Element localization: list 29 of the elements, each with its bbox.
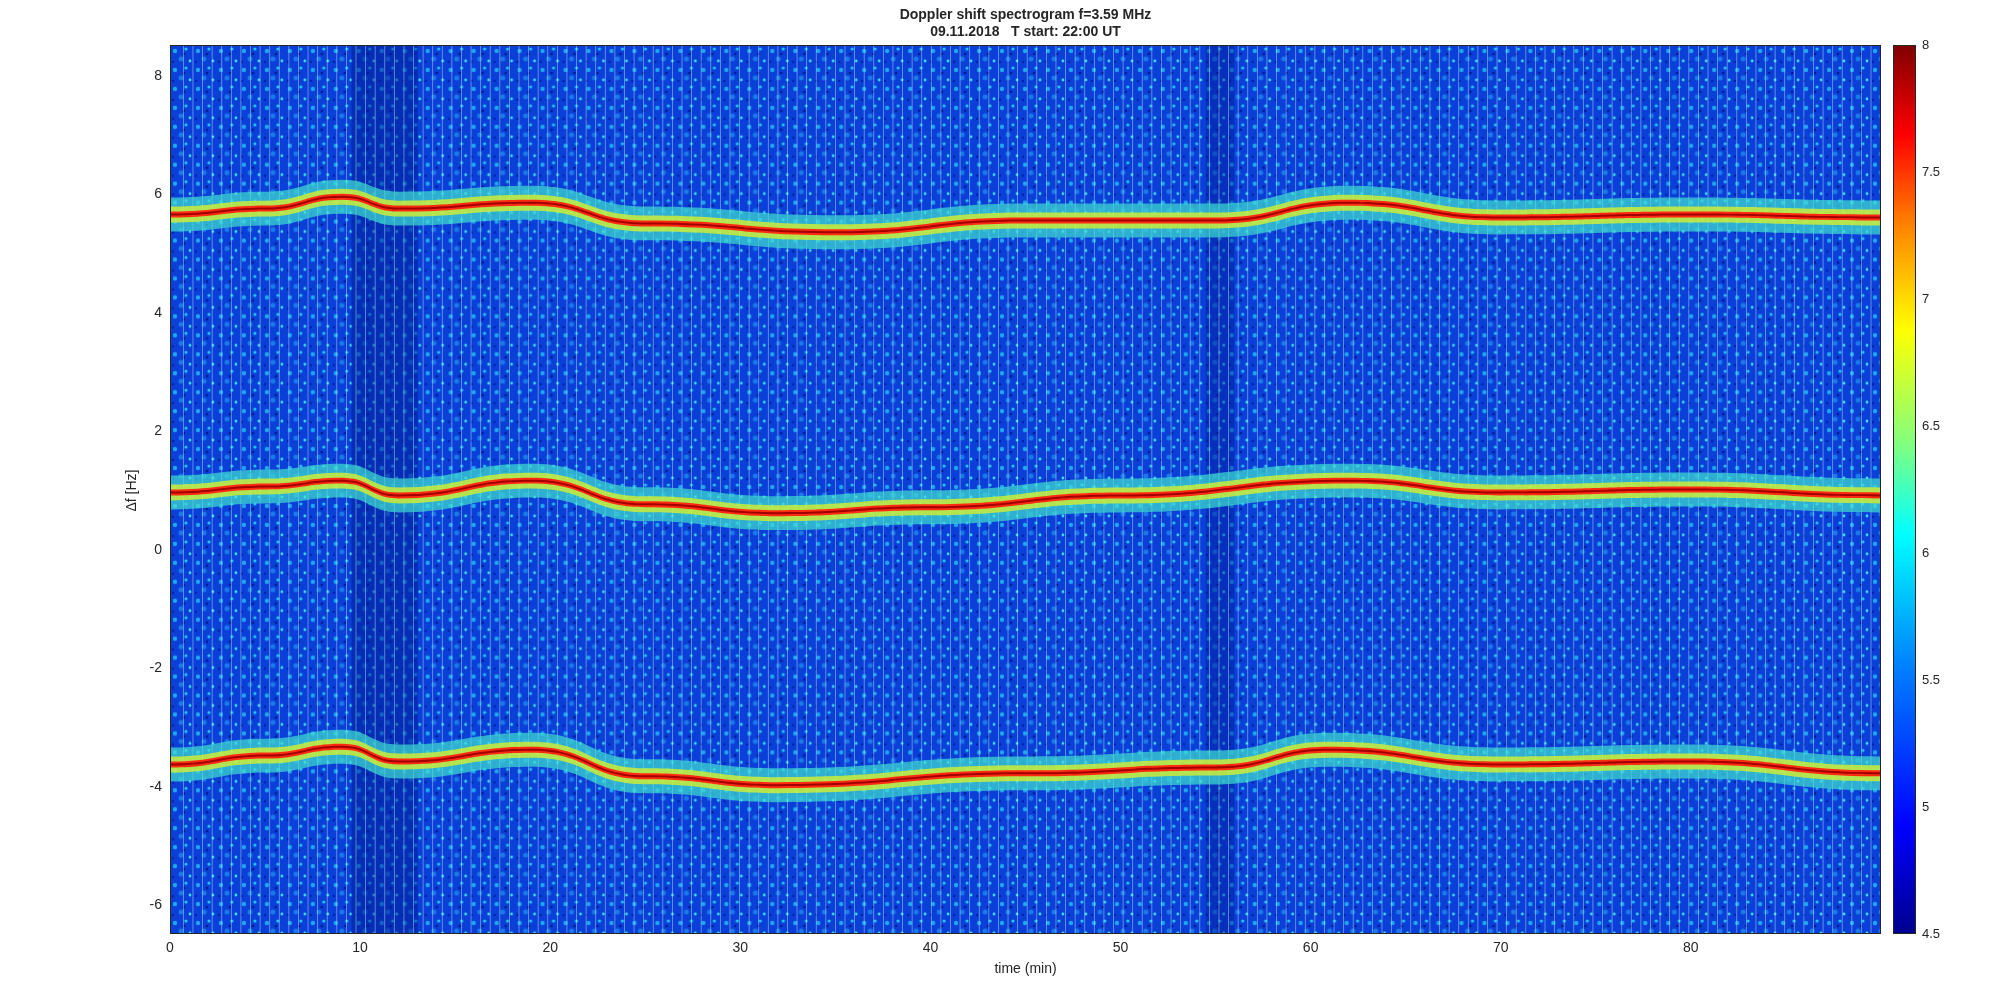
x-axis-label: time (min) xyxy=(994,959,1057,978)
chart-title: 09.11.2018 T start: 22:00 UT xyxy=(930,23,1121,40)
x-tick-label: 10 xyxy=(352,939,368,955)
x-tick-label: 70 xyxy=(1493,939,1509,955)
y-tick-label: -6 xyxy=(149,896,162,913)
colorbar-tick-label: 7 xyxy=(1922,291,1930,307)
y-tick-label: 8 xyxy=(154,66,162,83)
x-tick-label: 60 xyxy=(1302,939,1319,955)
x-tick-label: 80 xyxy=(1683,939,1699,955)
colorbar-tick-label: 4.5 xyxy=(1922,926,1941,942)
y-tick-label: 4 xyxy=(154,303,162,320)
y-tick-label: 0 xyxy=(154,540,162,557)
x-tick-label: 0 xyxy=(166,939,174,955)
y-tick-label: -2 xyxy=(149,659,162,676)
colorbar-tick-label: 5.5 xyxy=(1922,672,1941,688)
colorbar-tick-label: 6 xyxy=(1922,545,1930,561)
x-tick-label: 30 xyxy=(732,939,749,955)
colorbar-tick-label: 7.5 xyxy=(1922,164,1941,180)
y-tick-label: 6 xyxy=(154,185,162,202)
x-tick-label: 40 xyxy=(922,939,939,955)
chart-title: Doppler shift spectrogram f=3.59 MHz xyxy=(899,6,1152,23)
y-tick-label: -4 xyxy=(149,777,162,794)
y-tick-label: 2 xyxy=(154,422,162,439)
x-tick-label: 50 xyxy=(1112,939,1129,955)
colorbar-tick-label: 5 xyxy=(1922,799,1930,815)
x-tick-label: 20 xyxy=(542,939,558,955)
y-axis-label: Δf [Hz] xyxy=(121,469,140,512)
colorbar-tick-label: 6.5 xyxy=(1922,418,1941,434)
colorbar-tick-label: 8 xyxy=(1922,37,1930,53)
